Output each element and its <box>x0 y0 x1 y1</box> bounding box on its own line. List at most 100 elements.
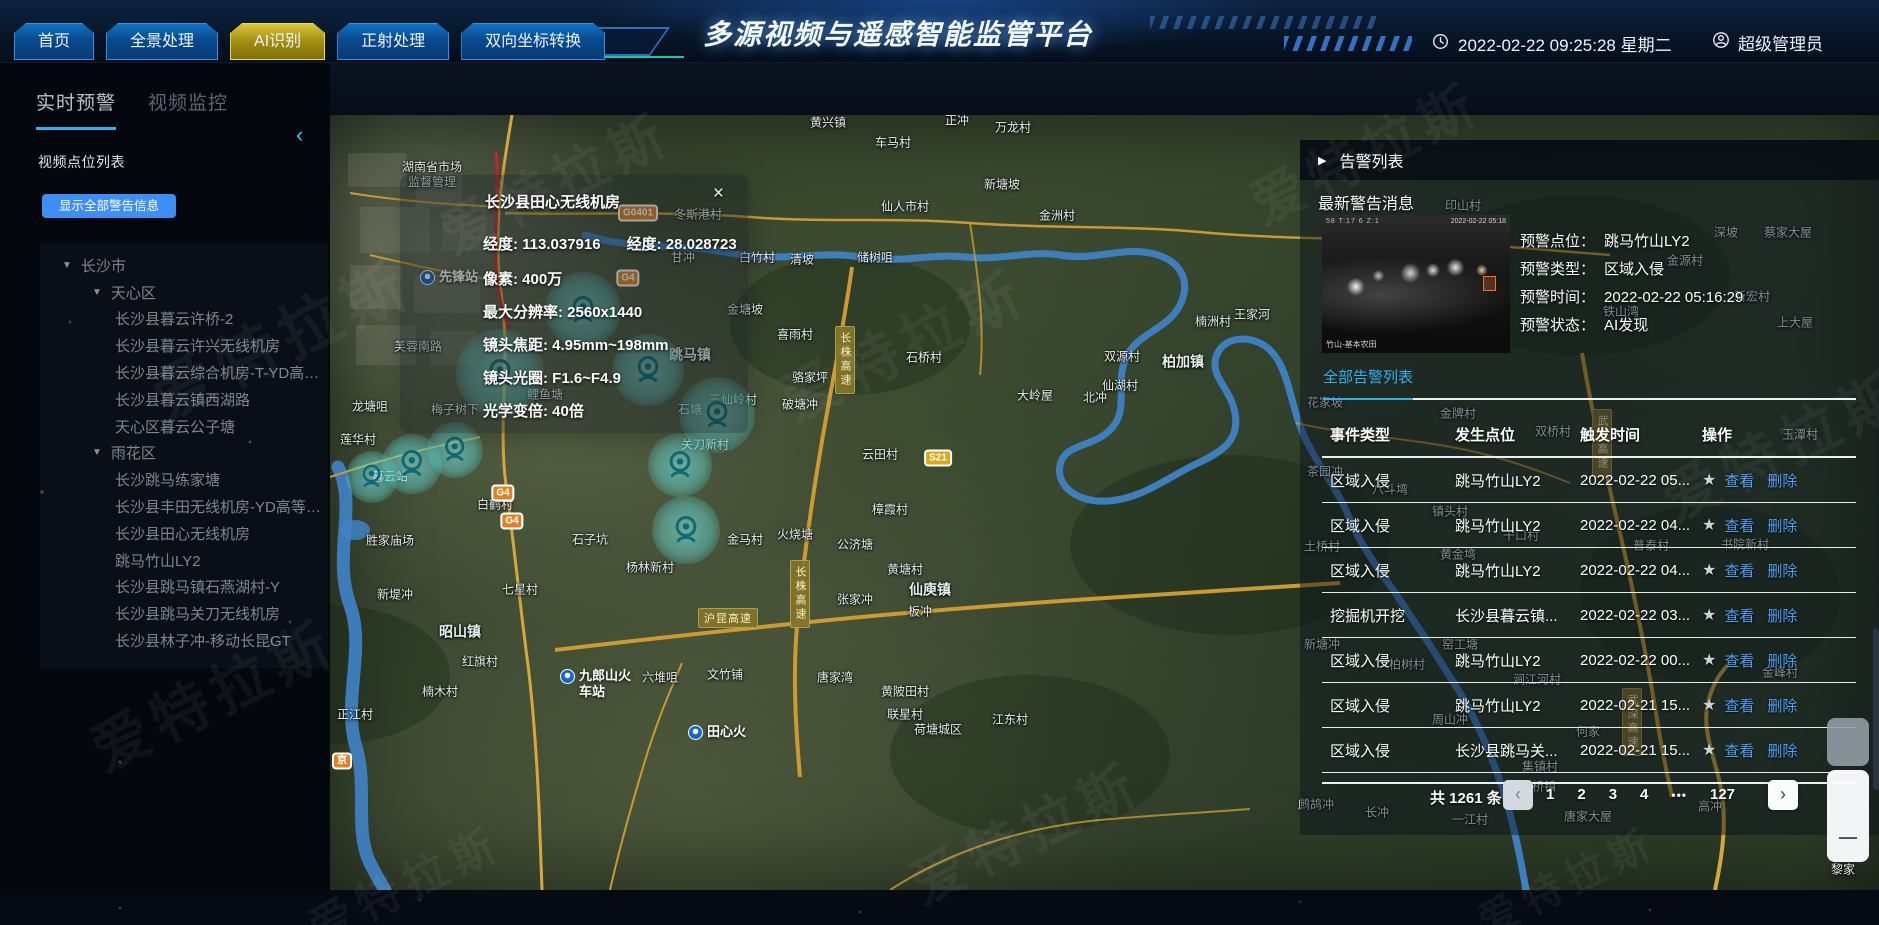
camera-marker[interactable] <box>346 451 398 503</box>
view-link[interactable]: 查看 <box>1724 740 1754 761</box>
popup-field: 经度: 113.037916 <box>483 236 601 253</box>
nav-button-4[interactable]: 双向坐标转换 <box>461 23 605 60</box>
tree-item[interactable]: 长沙县林子冲-移动长昆GT <box>40 627 328 654</box>
latest-alert-label: 预警点位： <box>1520 233 1595 250</box>
tree-item[interactable]: ▼ 天心区 <box>40 279 328 306</box>
tree-item-label: 长沙县跳马镇石燕湖村-Y <box>115 576 280 597</box>
prev-page-button[interactable]: ‹ <box>1503 780 1533 810</box>
popup-info-row: 镜头焦距: 4.95mm~198mm <box>483 334 669 355</box>
panel-scrollbar[interactable] <box>1873 628 1879 790</box>
page-number-1[interactable]: 1 <box>1546 780 1554 810</box>
favorite-star-icon[interactable]: ★ <box>1702 605 1716 625</box>
popup-field: 经度: 28.028723 <box>627 236 737 253</box>
show-all-alerts-button[interactable]: 显示全部警告信息 <box>42 194 176 218</box>
camera-info-popup: 长沙县田心无线机房 × 经度: 113.037916 经度: 28.028723 像… <box>400 175 748 433</box>
popup-field: 光学变倍: 40倍 <box>483 403 584 420</box>
alert-row-actions: ★ 查看删除 <box>1694 695 1856 716</box>
main-nav: 首页全景处理 AI识别正射处理双向坐标转换 <box>14 23 605 60</box>
tree-expand-icon[interactable]: ▼ <box>92 447 102 458</box>
tree-item[interactable]: 长沙县暮云镇西湖路 <box>40 386 328 413</box>
camera-marker[interactable] <box>652 496 720 564</box>
tree-item[interactable]: 长沙县丰田无线机房-YD高等级G <box>40 493 328 520</box>
alert-site: 跳马竹山LY2 <box>1447 560 1572 581</box>
page-number-4[interactable]: 4 <box>1640 780 1648 810</box>
tree-expand-icon[interactable]: ▼ <box>92 287 102 298</box>
nav-button-0[interactable]: 首页 <box>14 23 94 60</box>
tree-item[interactable]: 天心区暮云公子塘 <box>40 413 328 440</box>
latest-alert-value: 跳马竹山LY2 <box>1604 233 1690 250</box>
tree-item[interactable]: 长沙县暮云许桥-2 <box>40 306 328 333</box>
tree-item[interactable]: 长沙县暮云综合机房-T-YD高等级G <box>40 359 328 386</box>
view-link[interactable]: 查看 <box>1724 560 1754 581</box>
tree-item[interactable]: ▼雨花区 <box>40 440 328 467</box>
camera-marker[interactable] <box>648 433 712 497</box>
latest-alert-line: 预警状态：AI发现 <box>1520 312 1743 340</box>
close-icon[interactable]: × <box>713 183 724 205</box>
delete-link[interactable]: 删除 <box>1767 650 1797 671</box>
delete-link[interactable]: 删除 <box>1767 560 1797 581</box>
delete-link[interactable]: 删除 <box>1767 515 1797 536</box>
view-link[interactable]: 查看 <box>1724 515 1754 536</box>
alert-row-actions: ★ 查看删除 <box>1694 560 1856 581</box>
tab-0[interactable]: 实时预警 <box>36 88 116 130</box>
latest-alert-line: 预警类型： 区域入侵 <box>1520 256 1743 284</box>
favorite-star-icon[interactable]: ★ <box>1702 470 1716 490</box>
tree-item[interactable]: 跳马竹山LY2 <box>40 547 328 574</box>
page-number-3[interactable]: 3 <box>1609 780 1617 810</box>
view-link[interactable]: 查看 <box>1724 470 1754 491</box>
favorite-star-icon[interactable]: ★ <box>1702 695 1716 715</box>
tree-item[interactable]: 长沙跳马练家塘 <box>40 466 328 493</box>
thumbnail-osd-timestamp: 2022-02-22 05:18 <box>1451 218 1506 225</box>
tab-1[interactable]: 视频监控 <box>148 88 228 130</box>
delete-link[interactable]: 删除 <box>1767 470 1797 491</box>
popup-title: 长沙县田心无线机房 <box>485 191 620 212</box>
favorite-star-icon[interactable]: ★ <box>1702 650 1716 670</box>
tree-item[interactable]: 长沙县跳马关刀无线机房 <box>40 600 328 627</box>
header-user[interactable]: 超级管理员 <box>1712 30 1823 55</box>
tree-item-label: 天心区 <box>111 282 156 303</box>
favorite-star-icon[interactable]: ★ <box>1702 515 1716 535</box>
tree-item-label: 跳马竹山LY2 <box>115 550 201 571</box>
all-alerts-link[interactable]: 全部告警列表 <box>1323 366 1413 387</box>
tree-item[interactable]: 长沙县跳马镇石燕湖村-Y <box>40 574 328 601</box>
latest-alert-line: 预警点位： 跳马竹山LY2 <box>1520 228 1743 256</box>
delete-link[interactable]: 删除 <box>1767 740 1797 761</box>
tree-item[interactable]: 长沙县田心无线机房 <box>40 520 328 547</box>
latest-alert-value: 区域入侵 <box>1604 261 1664 278</box>
view-link[interactable]: 查看 <box>1724 695 1754 716</box>
tree-item[interactable]: 长沙县暮云许兴无线机房 <box>40 332 328 359</box>
delete-link[interactable]: 删除 <box>1767 695 1797 716</box>
tree-expand-icon[interactable]: ▼ <box>62 260 72 271</box>
alert-row-actions: ★ 查看删除 <box>1694 515 1856 536</box>
left-sidebar: 实时预警视频监控 ‹ 视频点位列表 显示全部警告信息 ▼长沙市▼天心区长沙县暮云… <box>0 62 330 925</box>
favorite-star-icon[interactable]: ★ <box>1702 560 1716 580</box>
delete-link[interactable]: 删除 <box>1767 605 1797 626</box>
next-page-button[interactable]: › <box>1768 780 1798 810</box>
map-control-box[interactable] <box>1827 718 1869 766</box>
view-link[interactable]: 查看 <box>1724 605 1754 626</box>
latest-alert-label: 预警时间： <box>1520 289 1595 306</box>
alert-thumbnail[interactable]: 58 T:17 6 Z:1 2022-02-22 05:18 竹山-基本农田 <box>1322 215 1510 353</box>
alert-row-actions: ★ 查看删除 <box>1694 650 1856 671</box>
camera-icon <box>663 448 697 482</box>
latest-alert-label: 预警类型： <box>1520 261 1595 278</box>
nav-button-1[interactable]: 全景处理 <box>106 23 218 60</box>
sidebar-collapse-icon[interactable]: ‹ <box>296 124 303 146</box>
alert-list-header[interactable]: ▶ 告警列表 <box>1300 140 1879 180</box>
latest-alert-label: 预警状态： <box>1520 317 1595 334</box>
alert-site: 跳马竹山LY2 <box>1447 695 1572 716</box>
popup-info-row: 经度: 113.037916 经度: 28.028723 <box>483 233 737 254</box>
favorite-star-icon[interactable]: ★ <box>1702 740 1716 760</box>
nav-button-2[interactable]: AI识别 <box>230 23 325 60</box>
popup-info-row: 像素: 400万 <box>483 268 562 289</box>
map-zoom-out-button[interactable]: — <box>1827 770 1869 862</box>
minus-icon: — <box>1827 828 1869 846</box>
popup-field: 最大分辨率: 2560x1440 <box>483 304 642 321</box>
page-number-2[interactable]: 2 <box>1577 780 1585 810</box>
nav-button-3[interactable]: 正射处理 <box>337 23 449 60</box>
view-link[interactable]: 查看 <box>1724 650 1754 671</box>
page-number-127[interactable]: 127 <box>1710 780 1735 810</box>
tree-item[interactable]: ▼长沙市 <box>40 252 328 279</box>
alert-event-type: 区域入侵 <box>1322 740 1447 761</box>
pagination-total: 共 1261 条 <box>1430 787 1502 808</box>
